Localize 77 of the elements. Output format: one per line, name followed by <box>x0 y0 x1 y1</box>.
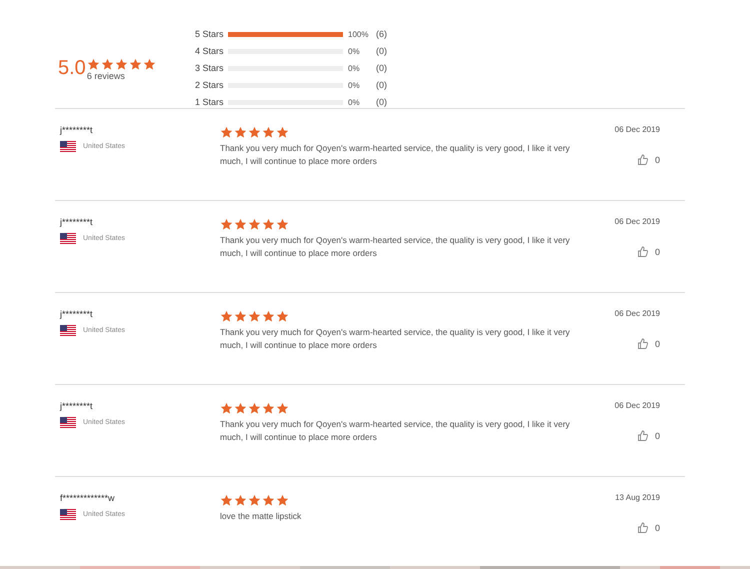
thumbs-up-icon[interactable] <box>636 522 649 534</box>
percent-label: 0% <box>348 64 361 72</box>
reviewer-name: j********t <box>60 401 94 411</box>
like-count: 0 <box>654 339 660 349</box>
star-icon <box>276 310 289 323</box>
flag-icon <box>60 141 76 152</box>
star-icon <box>86 58 100 71</box>
star-icon <box>276 126 289 139</box>
review-date: 06 Dec 2019 <box>614 401 660 410</box>
star-icon <box>262 402 275 415</box>
flag-icon <box>60 509 76 520</box>
review-date: 06 Dec 2019 <box>614 125 660 134</box>
count-label: (0) <box>376 80 387 90</box>
star-icon <box>220 310 233 323</box>
review-date: 06 Dec 2019 <box>614 217 660 226</box>
review-date: 06 Dec 2019 <box>614 309 660 318</box>
percent-label: 0% <box>348 46 361 56</box>
star-icon <box>262 218 275 231</box>
count-label: (0) <box>376 63 387 73</box>
star-icon <box>100 58 114 71</box>
star-icon <box>128 58 142 71</box>
star-icon <box>234 126 247 139</box>
star-icon <box>220 218 233 231</box>
count-label: (6) <box>376 29 387 39</box>
percent-label: 0% <box>348 98 361 106</box>
thumbs-up-icon[interactable] <box>636 430 649 442</box>
star-icon <box>234 402 247 415</box>
star-icon <box>114 58 128 71</box>
star-icon <box>276 402 289 415</box>
rating-score: 5.0 <box>58 57 86 79</box>
star-icon <box>276 494 289 507</box>
star-level-label: 2 Stars <box>195 80 225 90</box>
review-text: Thank you very much for Qoyen's warm-hearted service, the quality is very good, I like it very much, I will continue to place more orders <box>220 234 571 260</box>
star-icon <box>234 218 247 231</box>
count-label: (0) <box>376 46 387 56</box>
thumbs-up-icon[interactable] <box>636 246 649 258</box>
star-icon <box>248 402 261 415</box>
like-count: 0 <box>654 247 660 257</box>
star-icon <box>262 310 275 323</box>
flag-icon <box>60 325 76 336</box>
review-date: 13 Aug 2019 <box>615 493 660 502</box>
star-icon <box>248 126 261 139</box>
like-count: 0 <box>654 431 660 441</box>
star-icon <box>220 126 233 139</box>
reviewer-name: j********t <box>60 125 94 135</box>
percent-label: 0% <box>348 80 361 90</box>
star-icon <box>220 494 233 507</box>
star-level-label: 4 Stars <box>195 46 225 56</box>
review-text: Thank you very much for Qoyen's warm-hearted service, the quality is very good, I like it very much, I will continue to place more orders <box>220 326 571 352</box>
review-text: Thank you very much for Qoyen's warm-hearted service, the quality is very good, I like it very much, I will continue to place more orders <box>220 142 571 168</box>
thumbs-up-icon[interactable] <box>636 338 649 350</box>
count-label: (0) <box>376 97 387 107</box>
star-icon <box>262 126 275 139</box>
star-icon <box>248 310 261 323</box>
star-icon <box>220 402 233 415</box>
review-text: love the matte lipstick <box>220 510 302 523</box>
star-icon <box>142 58 156 71</box>
star-level-label: 5 Stars <box>195 29 225 39</box>
review-text: Thank you very much for Qoyen's warm-hearted service, the quality is very good, I like it very much, I will continue to place more orders <box>220 418 571 444</box>
thumbs-up-icon[interactable] <box>636 154 649 166</box>
review-count: 6 reviews <box>86 71 126 81</box>
star-icon <box>248 494 261 507</box>
star-level-label: 1 Stars <box>195 97 225 107</box>
reviewer-name: j********t <box>60 217 94 227</box>
star-icon <box>234 494 247 507</box>
flag-icon <box>60 417 76 428</box>
like-count: 0 <box>654 523 660 533</box>
percent-label: 100% <box>348 30 370 38</box>
star-icon <box>262 494 275 507</box>
star-icon <box>248 218 261 231</box>
like-count: 0 <box>654 155 660 165</box>
reviewer-name: j********t <box>60 309 94 319</box>
star-icon <box>276 218 289 231</box>
flag-icon <box>60 233 76 244</box>
reviewer-name: f*************w <box>60 493 116 503</box>
star-icon <box>234 310 247 323</box>
star-level-label: 3 Stars <box>195 63 225 73</box>
